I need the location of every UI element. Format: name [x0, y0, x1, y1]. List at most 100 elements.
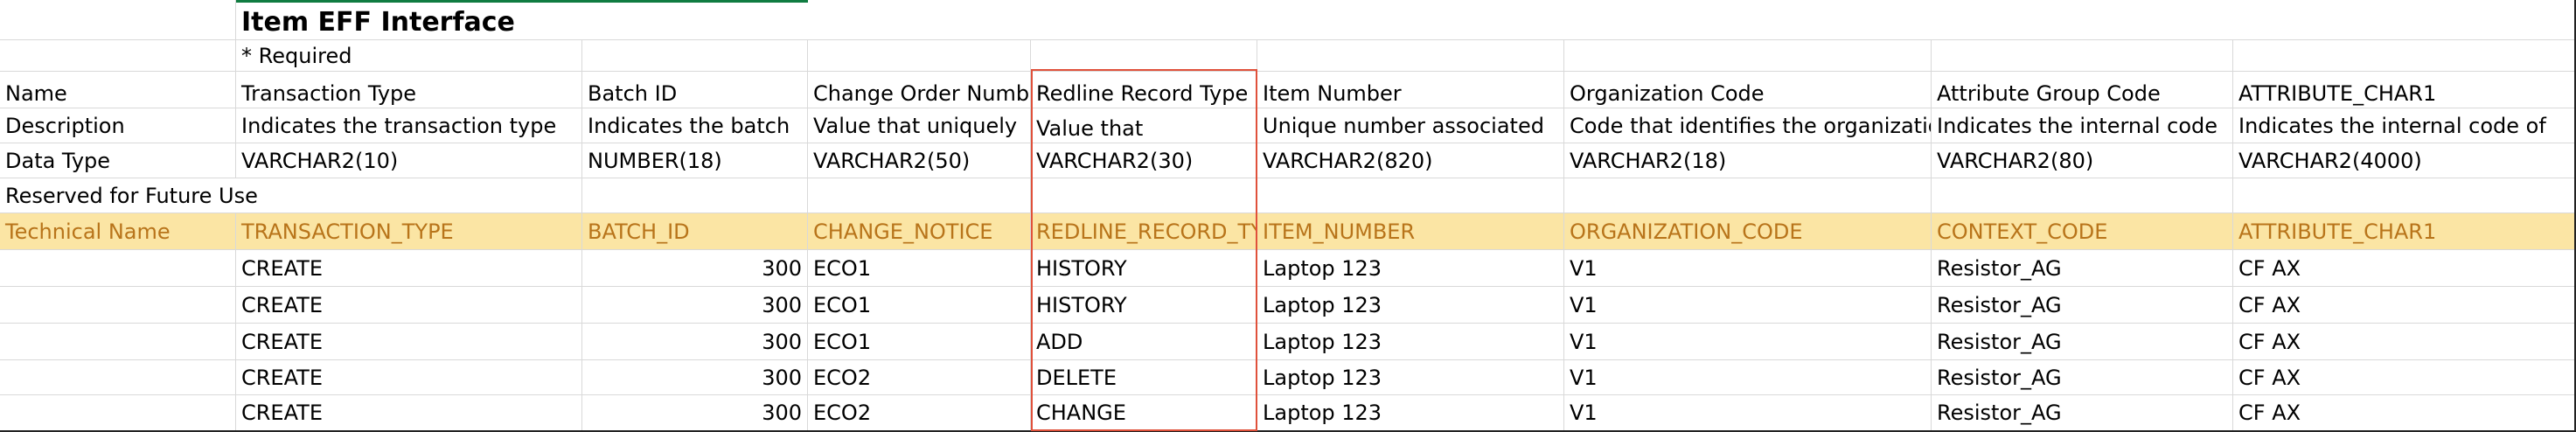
technical-context-code[interactable]: CONTEXT_CODE	[1932, 213, 2233, 249]
table-cell[interactable]: Laptop 123	[1257, 395, 1564, 430]
cell[interactable]	[1031, 178, 1257, 213]
table-cell[interactable]: CF AX	[2233, 324, 2576, 359]
row-label-reserved[interactable]: Reserved for Future Use	[0, 178, 258, 213]
table-cell[interactable]: HISTORY	[1031, 250, 1257, 286]
table-cell[interactable]: ECO1	[808, 250, 1031, 286]
table-cell[interactable]: CREATE	[236, 287, 582, 323]
row-label-description[interactable]: Description	[0, 108, 236, 143]
header-organization-code[interactable]: Organization Code	[1564, 72, 1932, 108]
table-cell[interactable]: ECO2	[808, 395, 1031, 430]
cell[interactable]	[1031, 40, 1257, 71]
table-cell[interactable]: V1	[1564, 360, 1932, 394]
header-change-order-number[interactable]: Change Order Number	[808, 72, 1031, 108]
data-type-attribute-group-code[interactable]: VARCHAR2(80)	[1932, 143, 2233, 178]
table-cell[interactable]	[0, 395, 236, 430]
description-change-order-number[interactable]: Value that uniquely	[808, 108, 1031, 143]
data-type-organization-code[interactable]: VARCHAR2(18)	[1564, 143, 1932, 178]
table-cell[interactable]	[0, 250, 236, 286]
technical-redline-record-type[interactable]: REDLINE_RECORD_TYPE	[1031, 213, 1257, 249]
row-label-data-type[interactable]: Data Type	[0, 143, 236, 178]
table-cell[interactable]: V1	[1564, 287, 1932, 323]
cell[interactable]	[1564, 40, 1932, 71]
table-cell[interactable]	[0, 287, 236, 323]
table-cell[interactable]: CF AX	[2233, 360, 2576, 394]
data-type-batch-id[interactable]: NUMBER(18)	[582, 143, 808, 178]
table-cell[interactable]: CREATE	[236, 395, 582, 430]
cell[interactable]	[236, 178, 582, 213]
table-cell[interactable]: 300	[582, 395, 808, 430]
data-type-item-number[interactable]: VARCHAR2(820)	[1257, 143, 1564, 178]
table-cell[interactable]: ECO1	[808, 324, 1031, 359]
cell[interactable]	[2233, 178, 2576, 213]
table-cell[interactable]: Laptop 123	[1257, 324, 1564, 359]
description-batch-id[interactable]: Indicates the batch	[582, 108, 808, 143]
table-cell[interactable]: Laptop 123	[1257, 250, 1564, 286]
technical-transaction-type[interactable]: TRANSACTION_TYPE	[236, 213, 582, 249]
cell[interactable]	[2233, 40, 2576, 71]
cell[interactable]	[0, 0, 236, 39]
table-cell[interactable]: V1	[1564, 324, 1932, 359]
table-cell[interactable]: ECO1	[808, 287, 1031, 323]
table-cell[interactable]: DELETE	[1031, 360, 1257, 394]
table-cell[interactable]: CREATE	[236, 324, 582, 359]
cell[interactable]	[582, 40, 808, 71]
header-attribute-group-code[interactable]: Attribute Group Code	[1932, 72, 2233, 108]
description-organization-code[interactable]: Code that identifies the organization	[1564, 108, 1932, 143]
table-cell[interactable]: ADD	[1031, 324, 1257, 359]
table-cell[interactable]: CREATE	[236, 250, 582, 286]
technical-attribute-char1[interactable]: ATTRIBUTE_CHAR1	[2233, 213, 2576, 249]
cell[interactable]	[1932, 40, 2233, 71]
table-cell[interactable]: Resistor_AG	[1932, 395, 2233, 430]
row-label-name[interactable]: Name	[0, 72, 236, 108]
header-redline-record-type[interactable]: Redline Record Type	[1031, 72, 1257, 108]
cell[interactable]	[0, 40, 236, 71]
description-item-number[interactable]: Unique number associated	[1257, 108, 1564, 143]
data-type-transaction-type[interactable]: VARCHAR2(10)	[236, 143, 582, 178]
data-type-change-order-number[interactable]: VARCHAR2(50)	[808, 143, 1031, 178]
table-cell[interactable]: Laptop 123	[1257, 287, 1564, 323]
table-cell[interactable]: HISTORY	[1031, 287, 1257, 323]
table-cell[interactable]: Resistor_AG	[1932, 360, 2233, 394]
table-cell[interactable]: Resistor_AG	[1932, 250, 2233, 286]
required-note[interactable]: * Required	[236, 40, 582, 71]
cell[interactable]	[1564, 178, 1932, 213]
table-cell[interactable]: V1	[1564, 395, 1932, 430]
row-label-technical-name[interactable]: Technical Name	[0, 213, 236, 249]
table-cell[interactable]: CF AX	[2233, 250, 2576, 286]
table-cell[interactable]: 300	[582, 287, 808, 323]
table-cell[interactable]: Resistor_AG	[1932, 287, 2233, 323]
cell[interactable]	[1932, 178, 2233, 213]
table-cell[interactable]: 300	[582, 360, 808, 394]
table-cell[interactable]	[0, 360, 236, 394]
cell[interactable]	[808, 40, 1031, 71]
cell[interactable]	[1257, 40, 1564, 71]
table-cell[interactable]: CF AX	[2233, 287, 2576, 323]
technical-change-notice[interactable]: CHANGE_NOTICE	[808, 213, 1031, 249]
table-cell[interactable]: Resistor_AG	[1932, 324, 2233, 359]
table-cell[interactable]: 300	[582, 324, 808, 359]
table-cell[interactable]: ECO2	[808, 360, 1031, 394]
technical-organization-code[interactable]: ORGANIZATION_CODE	[1564, 213, 1932, 249]
data-type-attribute-char1[interactable]: VARCHAR2(4000)	[2233, 143, 2576, 178]
cell[interactable]	[582, 178, 808, 213]
table-cell[interactable]	[0, 324, 236, 359]
table-cell[interactable]: CF AX	[2233, 395, 2576, 430]
technical-item-number[interactable]: ITEM_NUMBER	[1257, 213, 1564, 249]
data-type-redline-record-type[interactable]: VARCHAR2(30)	[1031, 143, 1257, 178]
description-attribute-group-code[interactable]: Indicates the internal code	[1932, 108, 2233, 143]
header-batch-id[interactable]: Batch ID	[582, 72, 808, 108]
table-cell[interactable]: V1	[1564, 250, 1932, 286]
technical-batch-id[interactable]: BATCH_ID	[582, 213, 808, 249]
description-transaction-type[interactable]: Indicates the transaction type	[236, 108, 582, 143]
cell[interactable]	[808, 178, 1031, 213]
description-redline-record-type[interactable]: Value that	[1031, 108, 1257, 143]
table-cell[interactable]: 300	[582, 250, 808, 286]
table-cell[interactable]: CREATE	[236, 360, 582, 394]
header-transaction-type[interactable]: Transaction Type	[236, 72, 582, 108]
table-cell[interactable]: Laptop 123	[1257, 360, 1564, 394]
header-attribute-char1[interactable]: ATTRIBUTE_CHAR1	[2233, 72, 2576, 108]
header-item-number[interactable]: Item Number	[1257, 72, 1564, 108]
table-cell[interactable]: CHANGE	[1031, 395, 1257, 430]
description-attribute-char1[interactable]: Indicates the internal code of	[2233, 108, 2576, 143]
cell[interactable]	[1257, 178, 1564, 213]
